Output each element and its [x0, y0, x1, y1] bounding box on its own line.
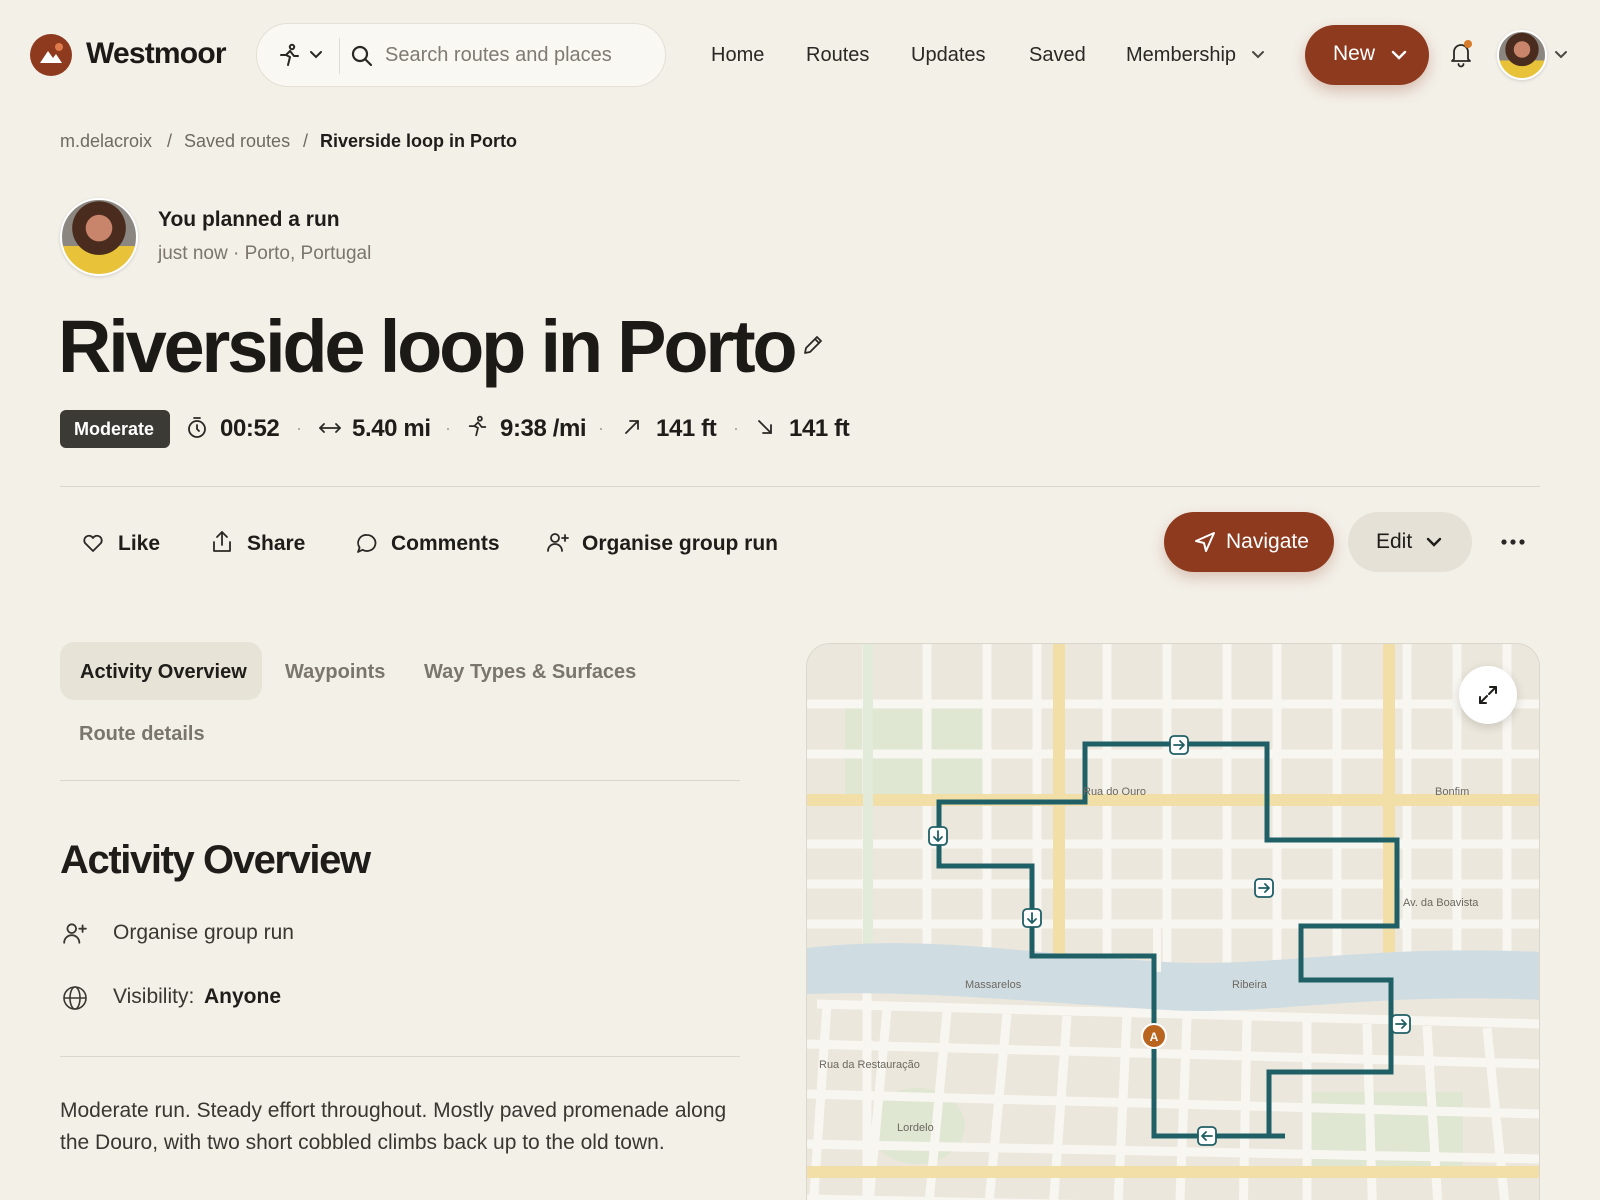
stat-descent: 141 ft [789, 415, 850, 442]
stopwatch-icon [186, 416, 208, 440]
heart-icon[interactable] [82, 533, 104, 553]
activity-meta: just now · Porto, Portugal [158, 243, 372, 264]
svg-text:Massarelos: Massarelos [965, 979, 1022, 991]
map-canvas[interactable]: A Rua do Ouro Bonfim Av. da Boavista Mas… [807, 644, 1540, 1200]
svg-text:Av. da Boavista: Av. da Boavista [1403, 897, 1479, 909]
comments-button[interactable]: Comments [391, 532, 500, 556]
descent-arrow-icon [756, 418, 774, 436]
tab-route-details[interactable]: Route details [79, 723, 205, 746]
search-icon [351, 45, 373, 67]
navigation-arrow-icon [1194, 531, 1216, 553]
ascent-arrow-icon [623, 418, 641, 436]
organise-group-run-link[interactable]: Organise group run [113, 921, 294, 945]
search-bar[interactable]: Search routes and places [256, 23, 666, 87]
tab-activity-overview[interactable]: Activity Overview [60, 642, 262, 700]
nav-membership[interactable]: Membership [1126, 44, 1236, 67]
difficulty-badge: Moderate [60, 410, 170, 448]
like-button[interactable]: Like [118, 532, 160, 556]
bell-icon[interactable] [1448, 40, 1474, 68]
stat-separator: · [445, 418, 451, 438]
breadcrumb-separator: / [167, 131, 173, 151]
stat-separator: · [296, 418, 302, 438]
svg-text:Lordelo: Lordelo [897, 1122, 934, 1134]
breadcrumb-user[interactable]: m.delacroix [60, 131, 152, 152]
tab-way-types-surfaces[interactable]: Way Types & Surfaces [424, 661, 636, 684]
brand-name[interactable]: Westmoor [86, 37, 227, 71]
edit-title-pencil-icon[interactable] [802, 334, 824, 356]
visibility-label: Visibility: [113, 985, 195, 1008]
navigate-label: Navigate [1226, 530, 1309, 553]
stat-separator: · [733, 418, 739, 438]
divider [60, 486, 1540, 487]
nav-home[interactable]: Home [711, 44, 764, 67]
chevron-down-icon [1391, 50, 1407, 60]
route-title: Riverside loop in Porto [58, 305, 798, 388]
new-button-label: New [1333, 42, 1376, 65]
share-button[interactable]: Share [247, 532, 305, 556]
nav-routes[interactable]: Routes [806, 44, 869, 67]
tab-waypoints[interactable]: Waypoints [285, 661, 385, 684]
edit-button[interactable]: Edit [1348, 512, 1472, 572]
activity-headline: You planned a run [158, 208, 340, 231]
stat-pace: 9:38 /mi [500, 415, 587, 442]
membership-chevron-icon[interactable] [1251, 50, 1265, 60]
search-input[interactable]: Search routes and places [385, 44, 612, 67]
expand-arrows-icon [1478, 685, 1498, 705]
route-description: Moderate run. Steady effort throughout. … [60, 1099, 727, 1154]
edit-label: Edit [1376, 530, 1413, 553]
expand-map-button[interactable] [1459, 666, 1517, 724]
more-options-icon[interactable] [1500, 538, 1526, 546]
stat-distance: 5.40 mi [352, 415, 431, 442]
owner-avatar[interactable] [60, 198, 138, 276]
stat-duration: 00:52 [220, 415, 280, 442]
navigate-button[interactable]: Navigate [1164, 512, 1334, 572]
add-person-icon[interactable] [546, 531, 570, 553]
chevron-down-icon [1426, 537, 1442, 547]
chevron-down-icon[interactable] [309, 50, 323, 60]
divider [60, 1056, 740, 1057]
breadcrumb-separator: / [303, 131, 309, 151]
nav-updates[interactable]: Updates [911, 44, 986, 67]
stat-ascent: 141 ft [656, 415, 717, 442]
distance-arrows-icon [318, 420, 342, 436]
route-map[interactable]: A Rua do Ouro Bonfim Av. da Boavista Mas… [806, 643, 1540, 1200]
nav-saved[interactable]: Saved [1029, 44, 1086, 67]
search-divider [339, 38, 340, 74]
section-heading: Activity Overview [60, 838, 371, 882]
account-chevron-icon[interactable] [1554, 50, 1568, 60]
add-person-icon [62, 921, 88, 945]
comment-bubble-icon[interactable] [356, 533, 378, 555]
svg-text:Bonfim: Bonfim [1435, 786, 1469, 798]
pace-runner-icon [466, 415, 490, 439]
svg-text:A: A [1150, 1030, 1159, 1044]
svg-text:Rua da Restauração: Rua da Restauração [819, 1059, 920, 1071]
svg-text:Ribeira: Ribeira [1232, 979, 1268, 991]
user-avatar[interactable] [1497, 30, 1547, 80]
difficulty-label: Moderate [74, 419, 155, 439]
visibility-value[interactable]: Anyone [204, 985, 281, 1009]
new-button[interactable]: New [1305, 25, 1429, 85]
svg-text:Rua do Ouro: Rua do Ouro [1083, 786, 1146, 798]
run-activity-icon[interactable] [277, 43, 303, 69]
breadcrumb-current: Riverside loop in Porto [320, 131, 518, 151]
brand-logo[interactable] [30, 34, 72, 76]
globe-icon [62, 985, 88, 1011]
tabs-divider [60, 780, 740, 781]
breadcrumb-saved-routes[interactable]: Saved routes [184, 131, 290, 152]
stat-separator: · [598, 418, 604, 438]
share-icon[interactable] [211, 530, 233, 554]
tab-label: Activity Overview [80, 661, 247, 683]
organise-group-run-button[interactable]: Organise group run [582, 532, 778, 556]
